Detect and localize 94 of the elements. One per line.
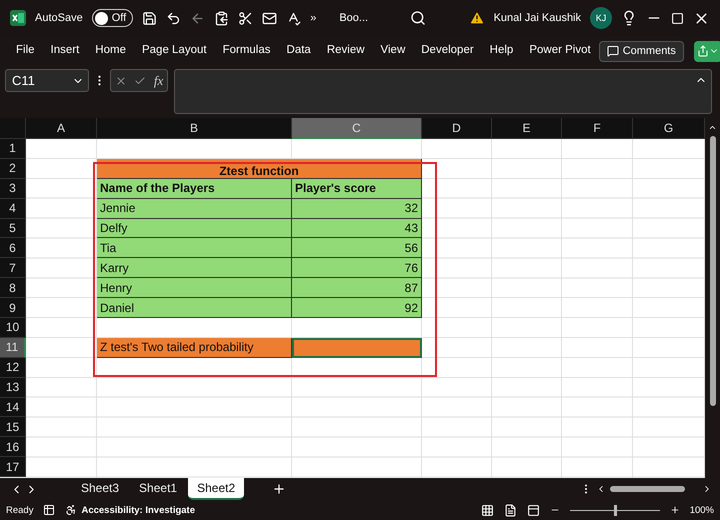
table-cell[interactable]: Ztest function	[97, 158, 422, 179]
page-break-icon[interactable]	[526, 504, 540, 516]
app-logo-icon	[10, 10, 26, 26]
zoom-level: 100%	[690, 504, 714, 516]
table-cell[interactable]: Jennie	[97, 198, 292, 219]
ribbon-tab[interactable]: File	[8, 40, 43, 62]
table-cell[interactable]: 76	[292, 258, 422, 278]
ribbon-tab[interactable]: Help	[482, 40, 522, 62]
row-header[interactable]: 17	[0, 457, 26, 478]
search-icon[interactable]	[410, 10, 426, 26]
sheet-tab[interactable]: Sheet2	[188, 478, 244, 500]
accessibility-status[interactable]: Accessibility: Investigate	[81, 504, 195, 516]
table-cell[interactable]: Henry	[97, 278, 292, 298]
ribbon-tab[interactable]: Formulas	[214, 40, 279, 62]
column-header[interactable]: B	[97, 118, 292, 139]
table-cell[interactable]: Name of the Players	[97, 178, 292, 199]
column-header[interactable]: E	[492, 118, 562, 139]
spell-check-icon[interactable]	[286, 10, 302, 26]
scrollbar-thumb[interactable]	[710, 136, 716, 406]
table-cell[interactable]: Daniel	[97, 298, 292, 318]
normal-view-icon[interactable]	[480, 504, 494, 516]
copy-icon[interactable]	[214, 10, 230, 26]
accessibility-icon	[65, 504, 78, 516]
comments-button[interactable]: Comments	[598, 40, 684, 62]
ribbon-tab[interactable]: Developer	[413, 40, 482, 62]
table-cell[interactable]: Z test's Two tailed probability	[97, 338, 292, 358]
user-avatar[interactable]: KJ	[590, 7, 612, 29]
add-sheet-icon[interactable]	[272, 482, 286, 496]
name-box[interactable]: C11	[5, 69, 89, 92]
scissors-icon[interactable]	[238, 10, 254, 26]
formula-input[interactable]	[174, 69, 712, 114]
row-header[interactable]: 15	[0, 417, 26, 438]
sheet-tab[interactable]: Sheet3	[72, 478, 128, 500]
table-cell[interactable]: Karry	[97, 258, 292, 278]
zoom-in-icon[interactable]	[670, 505, 680, 515]
row-header[interactable]: 14	[0, 398, 26, 418]
table-cell[interactable]	[292, 338, 422, 358]
macro-icon	[43, 504, 56, 516]
row-header[interactable]: 4	[0, 198, 26, 219]
insert-function-button[interactable]: fx	[154, 72, 164, 88]
page-layout-icon[interactable]	[504, 504, 517, 516]
table-cell[interactable]: 43	[292, 218, 422, 238]
ribbon-tab[interactable]: Home	[87, 40, 134, 62]
undo-icon[interactable]	[166, 10, 182, 26]
mail-icon[interactable]	[262, 10, 278, 26]
cancel-icon[interactable]	[114, 74, 127, 86]
table-cell[interactable]: Tia	[97, 238, 292, 258]
row-header[interactable]: 11	[0, 338, 26, 358]
ribbon-tab[interactable]: Insert	[42, 40, 88, 62]
ribbon-tab[interactable]: Page Layout	[134, 40, 215, 62]
status-text: Ready	[6, 504, 34, 516]
overflow-button[interactable]: »	[310, 12, 316, 24]
row-header[interactable]: 9	[0, 298, 26, 318]
comment-icon	[606, 45, 619, 57]
autosave-toggle[interactable]: Off	[92, 9, 134, 27]
ribbon-tab[interactable]: Data	[278, 40, 319, 62]
table-cell[interactable]: 87	[292, 278, 422, 298]
ribbon-tab[interactable]: View	[372, 40, 414, 62]
save-icon[interactable]	[142, 10, 158, 26]
scrollbar-thumb[interactable]	[610, 486, 685, 492]
column-header[interactable]: A	[26, 118, 97, 139]
column-header[interactable]: C	[292, 118, 422, 139]
share-button[interactable]	[694, 40, 720, 62]
table-cell[interactable]: Delfy	[97, 218, 292, 238]
table-cell[interactable]: Player's score	[292, 178, 422, 199]
warning-icon	[468, 10, 485, 26]
zoom-slider-thumb[interactable]	[614, 504, 617, 516]
autosave-label: AutoSave	[35, 12, 83, 24]
column-header[interactable]: G	[633, 118, 705, 139]
column-header[interactable]: F	[562, 118, 633, 139]
file-name: Boo...	[339, 12, 368, 24]
table-cell[interactable]: 92	[292, 298, 422, 318]
row-header[interactable]: 13	[0, 378, 26, 398]
table-cell[interactable]: 56	[292, 238, 422, 258]
row-header[interactable]: 8	[0, 278, 26, 298]
check-icon[interactable]	[134, 74, 146, 86]
row-header[interactable]: 1	[0, 139, 26, 159]
row-header[interactable]: 6	[0, 238, 26, 258]
row-header[interactable]: 10	[0, 318, 26, 338]
row-header[interactable]: 16	[0, 437, 26, 458]
row-header[interactable]: 12	[0, 358, 26, 378]
scroll-up-icon[interactable]	[708, 123, 717, 132]
row-header[interactable]: 2	[0, 158, 26, 179]
table-cell[interactable]: 32	[292, 198, 422, 219]
ribbon-tab[interactable]: Review	[318, 40, 373, 62]
column-header[interactable]: D	[422, 118, 492, 139]
ribbon-tab[interactable]: Power Pivot	[521, 40, 599, 62]
row-header[interactable]: 5	[0, 218, 26, 238]
row-header[interactable]: 3	[0, 178, 26, 199]
share-icon	[696, 45, 709, 57]
maximize-icon[interactable]	[671, 12, 684, 24]
row-header[interactable]: 7	[0, 258, 26, 278]
user-name: Kunal Jai Kaushik	[494, 12, 582, 24]
sheet-tab[interactable]: Sheet1	[130, 478, 186, 500]
